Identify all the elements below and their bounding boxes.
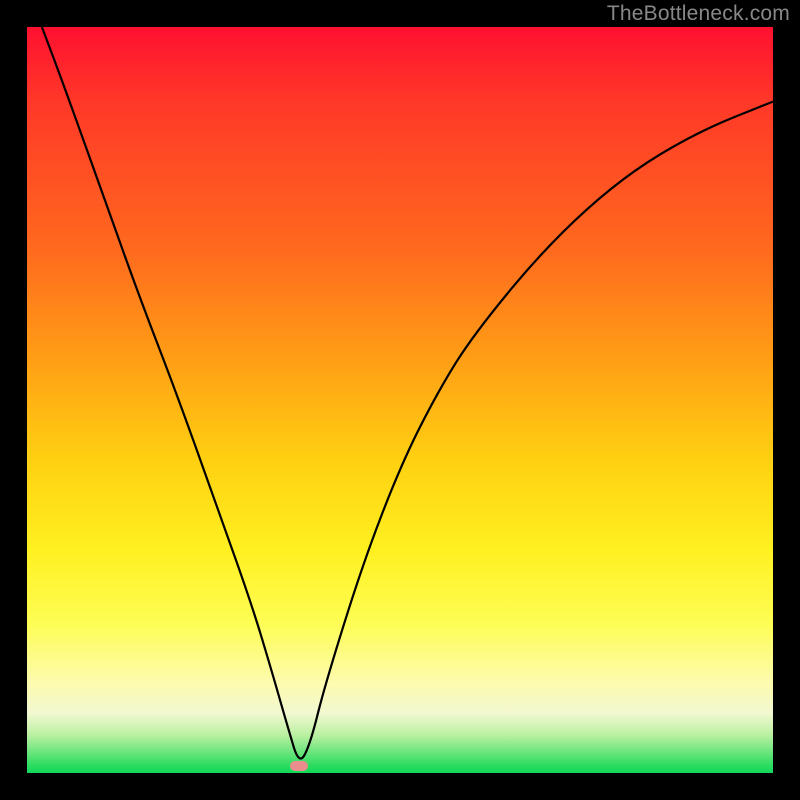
bottleneck-curve (27, 27, 773, 773)
plot-area (27, 27, 773, 773)
curve-path (42, 27, 773, 759)
optimal-marker (290, 761, 308, 771)
watermark-text: TheBottleneck.com (607, 2, 790, 26)
chart-frame: TheBottleneck.com (0, 0, 800, 800)
